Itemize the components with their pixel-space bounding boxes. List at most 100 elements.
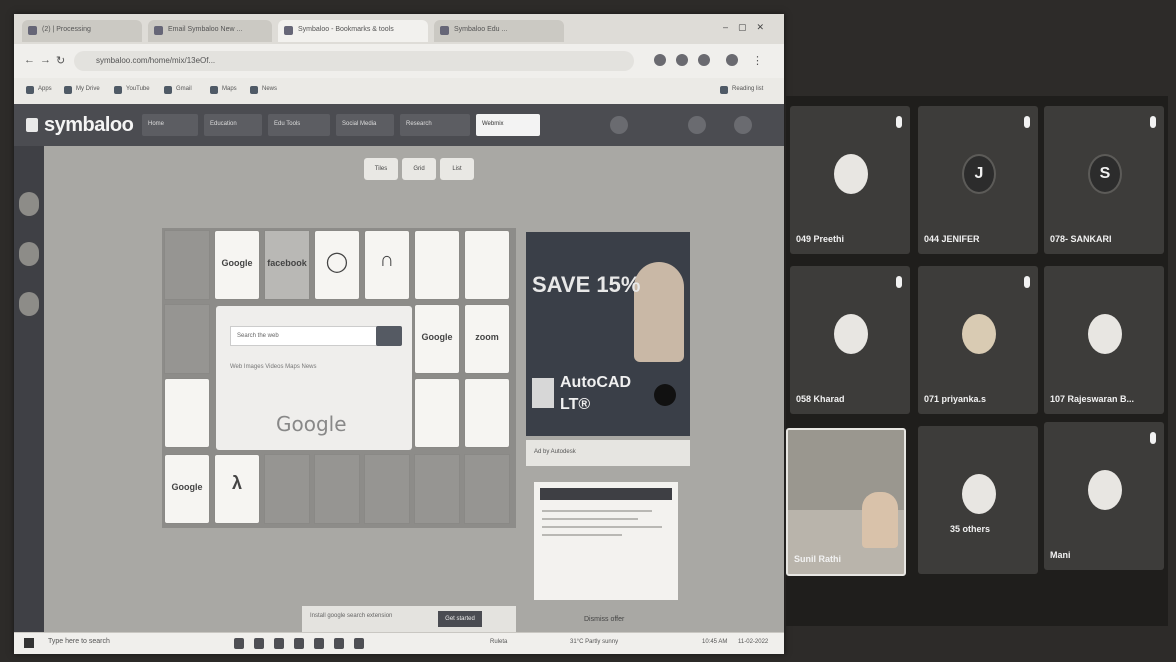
empty-tile[interactable]: [364, 454, 410, 524]
app-tile[interactable]: λ: [214, 454, 260, 524]
get-started-button[interactable]: Get started: [438, 611, 482, 627]
back-icon[interactable]: ←: [24, 54, 35, 66]
zoom-tile[interactable]: zoom: [464, 304, 510, 374]
webmix-tab[interactable]: Edu Tools: [268, 114, 330, 136]
document-tile[interactable]: [164, 378, 210, 448]
participant-tile[interactable]: 107 Rajeswaran B...: [1044, 266, 1164, 414]
participant-tile[interactable]: Mani: [1044, 422, 1164, 570]
participant-tile[interactable]: S 078- SANKARI: [1044, 106, 1164, 254]
view-tiles-button[interactable]: Tiles: [364, 158, 398, 180]
participant-tile[interactable]: 071 priyanka.s: [918, 266, 1038, 414]
reload-icon[interactable]: ↻: [56, 54, 65, 67]
webmix-tab-selected[interactable]: Webmix: [476, 114, 540, 136]
clock-time[interactable]: 10:45 AM: [702, 639, 727, 645]
search-button[interactable]: [376, 326, 402, 346]
avatar: [962, 474, 996, 514]
extension-icon[interactable]: [654, 54, 666, 66]
ad-banner-secondary[interactable]: [534, 482, 678, 600]
sidebar-avatar-icon[interactable]: [19, 192, 39, 216]
app-tile[interactable]: [464, 378, 510, 448]
profile-avatar-icon[interactable]: [726, 54, 738, 66]
mail-icon[interactable]: [314, 638, 324, 649]
ad-banner[interactable]: SAVE 15% AutoCAD LT®: [526, 232, 690, 436]
menu-icon[interactable]: ⋮: [752, 54, 763, 67]
browser-tab[interactable]: Email Symbaloo New ...: [148, 20, 272, 42]
search-input[interactable]: Search the web: [230, 326, 380, 346]
window-controls[interactable]: –▢✕: [723, 22, 774, 33]
empty-tile[interactable]: [164, 304, 210, 374]
avatar: [834, 314, 868, 354]
empty-tile[interactable]: [464, 454, 510, 524]
empty-tile[interactable]: [264, 454, 310, 524]
empty-tile[interactable]: [414, 454, 460, 524]
tile-label: Google: [171, 482, 203, 492]
webmix-tab[interactable]: Home: [142, 114, 198, 136]
opera-tile[interactable]: ◯: [314, 230, 360, 300]
tab-label: Symbaloo Edu ...: [454, 26, 508, 33]
webmix-tab[interactable]: Social Media: [336, 114, 394, 136]
app-tile[interactable]: [414, 378, 460, 448]
browser-tab[interactable]: Symbaloo Edu ...: [434, 20, 564, 42]
tile-grid: Google facebook ◯ ∩ Google zoom Google λ…: [162, 228, 516, 528]
weather-status[interactable]: 31°C Partly sunny: [570, 639, 618, 645]
explorer-icon[interactable]: [274, 638, 284, 649]
webmix-tab[interactable]: Research: [400, 114, 470, 136]
shared-screen: (2) | Processing Email Symbaloo New ... …: [14, 14, 784, 654]
google-tile[interactable]: Google: [164, 454, 210, 524]
clock-date[interactable]: 11-02-2022: [738, 639, 768, 645]
opera-taskbar-icon[interactable]: [334, 638, 344, 649]
browser-tab-active[interactable]: Symbaloo - Bookmarks & tools: [278, 20, 428, 42]
bookmark-item[interactable]: My Drive: [64, 86, 100, 94]
bookmark-item[interactable]: Maps: [210, 86, 237, 94]
taskbar-search[interactable]: Type here to search: [48, 638, 110, 645]
chrome-icon[interactable]: [354, 638, 364, 649]
forward-icon[interactable]: →: [40, 54, 51, 66]
participant-tile[interactable]: 058 Kharad: [790, 266, 910, 414]
avatar: [834, 154, 868, 194]
extension-icon[interactable]: [676, 54, 688, 66]
view-list-button[interactable]: List: [440, 158, 474, 180]
google-tile[interactable]: Google: [214, 230, 260, 300]
store-icon[interactable]: [294, 638, 304, 649]
video-participant-face: [862, 492, 898, 548]
search-options[interactable]: Web Images Videos Maps News: [230, 364, 400, 370]
reading-list[interactable]: Reading list: [720, 86, 763, 94]
others-tile[interactable]: 35 others: [918, 426, 1038, 574]
browser-tab[interactable]: (2) | Processing: [22, 20, 142, 42]
dismiss-offer-link[interactable]: Dismiss offer: [584, 616, 624, 623]
mic-icon: [1024, 276, 1030, 288]
autodesk-logo-icon: [654, 384, 676, 406]
settings-icon[interactable]: [688, 116, 706, 134]
empty-tile[interactable]: [314, 454, 360, 524]
widgets-icon[interactable]: [254, 638, 264, 649]
app-tile[interactable]: [414, 230, 460, 300]
ad-footer[interactable]: Ad by Autodesk: [526, 440, 690, 466]
google-tile[interactable]: Google: [414, 304, 460, 374]
sidebar-avatar-icon[interactable]: [19, 242, 39, 266]
symbaloo-sidebar: [14, 146, 44, 654]
app-tile[interactable]: [464, 230, 510, 300]
account-icon[interactable]: [734, 116, 752, 134]
view-grid-button[interactable]: Grid: [402, 158, 436, 180]
participant-tile[interactable]: 049 Preethi: [790, 106, 910, 254]
start-icon[interactable]: [24, 638, 34, 648]
bookmark-item[interactable]: News: [250, 86, 277, 94]
active-speaker-video[interactable]: Sunil Rathi: [786, 428, 906, 576]
tile-label: zoom: [475, 332, 499, 342]
webmix-tab[interactable]: Education: [204, 114, 262, 136]
headphones-tile[interactable]: ∩: [364, 230, 410, 300]
mic-icon: [896, 116, 902, 128]
symbaloo-logo[interactable]: symbaloo: [44, 114, 134, 137]
sidebar-avatar-icon[interactable]: [19, 292, 39, 316]
ad-product: AutoCAD LT®: [560, 372, 631, 416]
participant-tile[interactable]: J 044 JENIFER: [918, 106, 1038, 254]
bookmark-item[interactable]: Apps: [26, 86, 52, 94]
bookmark-item[interactable]: YouTube: [114, 86, 150, 94]
facebook-tile[interactable]: facebook: [264, 230, 310, 300]
bookmark-item[interactable]: Gmail: [164, 86, 192, 94]
add-webmix-icon[interactable]: [610, 116, 628, 134]
task-view-icon[interactable]: [234, 638, 244, 649]
empty-tile[interactable]: [164, 230, 210, 300]
extension-icon[interactable]: [698, 54, 710, 66]
url-input[interactable]: symbaloo.com/home/mix/13eOf...: [74, 51, 634, 71]
